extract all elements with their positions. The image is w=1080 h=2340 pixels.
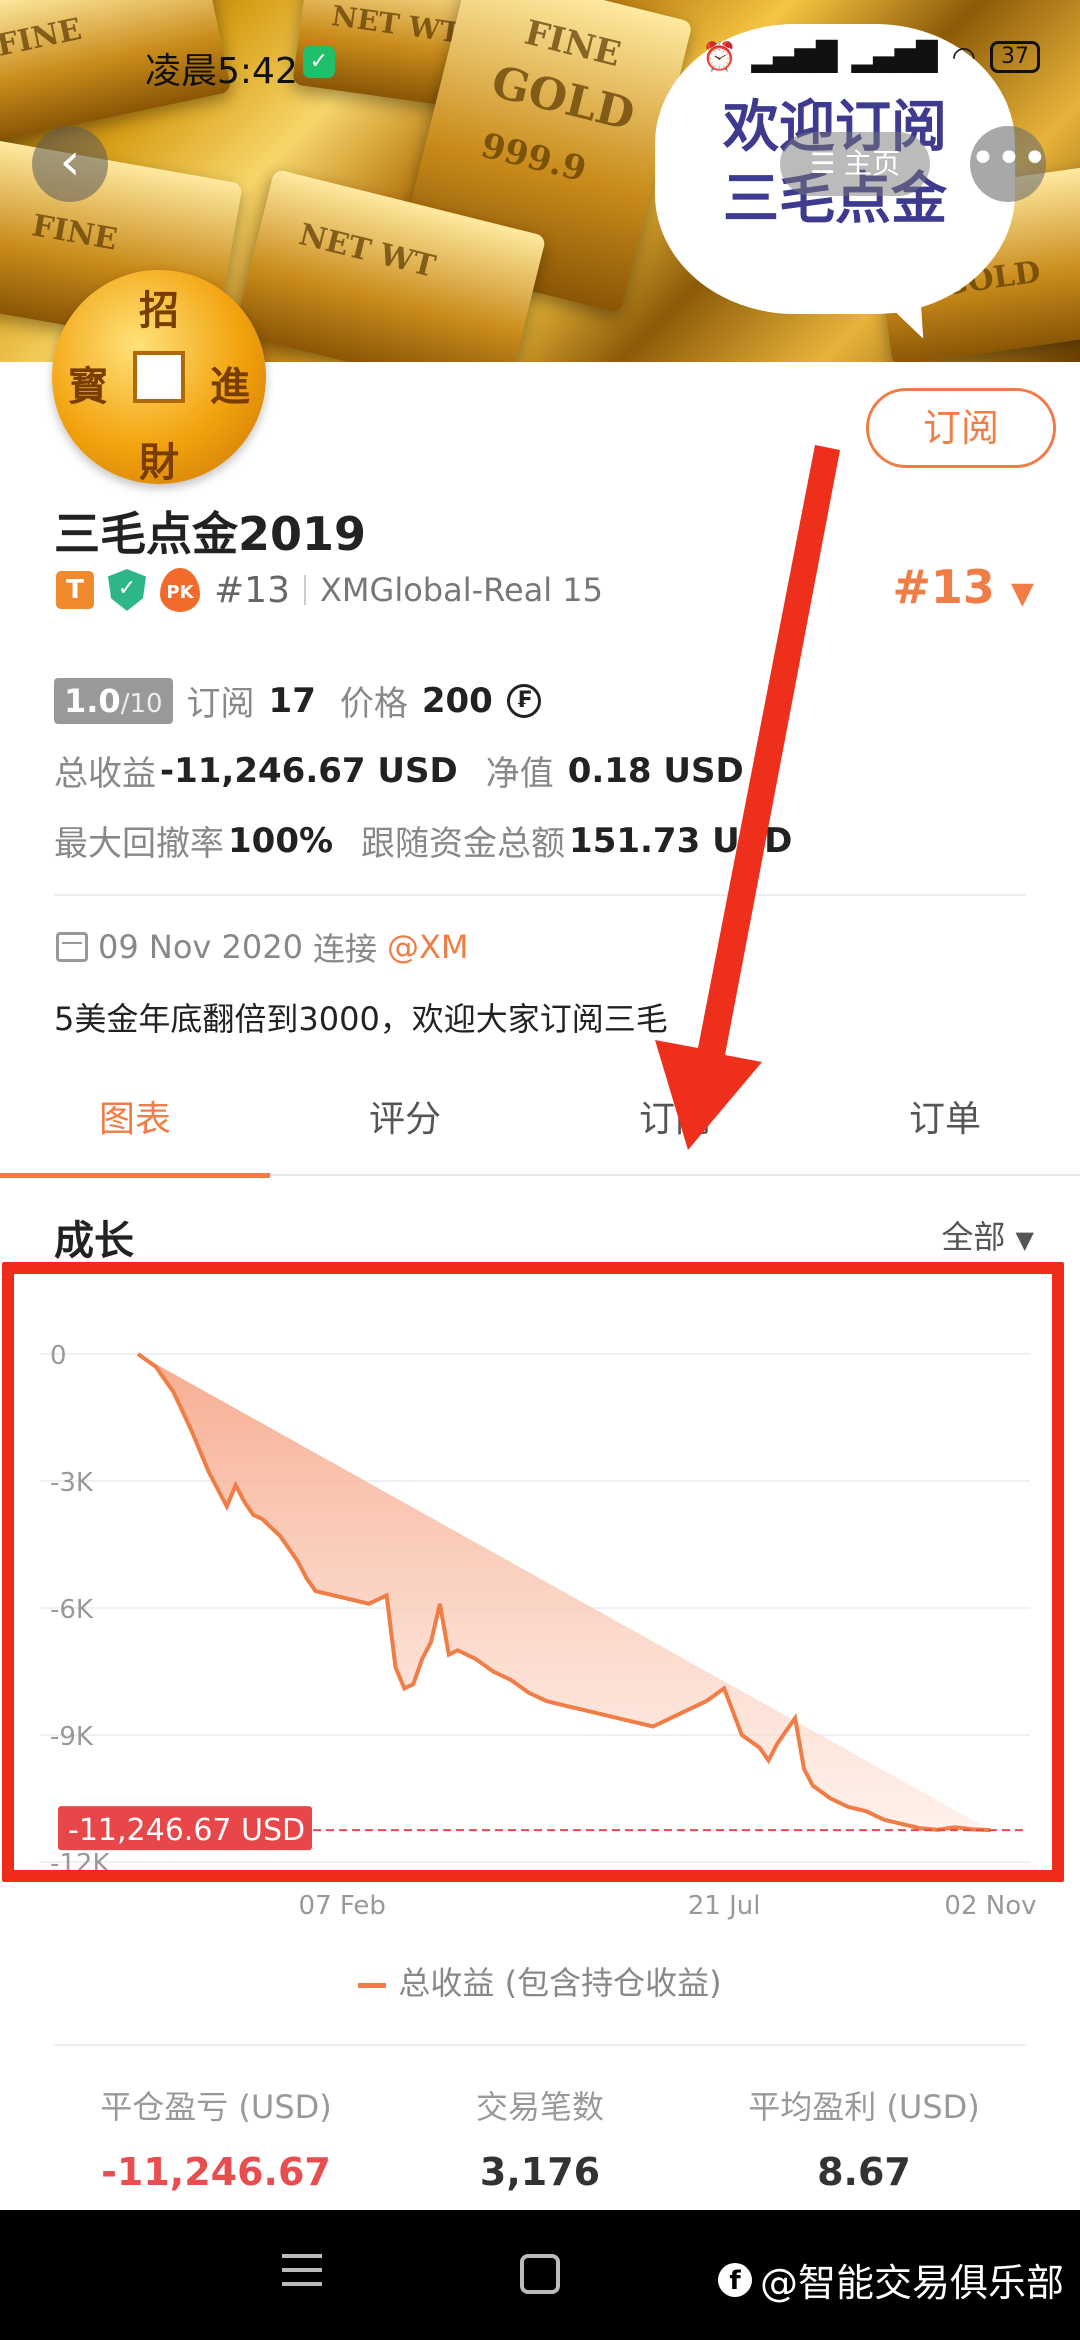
- x-tick-label: 02 Nov: [944, 1891, 1036, 1921]
- calendar-icon: [56, 932, 88, 962]
- max-drawdown-value: 100%: [228, 820, 334, 861]
- divider: [303, 575, 306, 605]
- connect-label: 连接: [312, 930, 377, 968]
- x-tick-label: 21 Jul: [688, 1891, 761, 1921]
- trades-value: 3,176: [479, 2150, 601, 2194]
- coin-hole: [133, 351, 185, 403]
- coin-icon: ₣: [506, 683, 541, 718]
- divider: [54, 894, 1026, 896]
- battery-icon: 37: [990, 40, 1040, 73]
- score-value: 1.0: [64, 681, 121, 720]
- signal-icon: ▂▄▆█: [751, 40, 838, 73]
- avatar-char: 寳: [68, 363, 108, 410]
- follow-funds-label: 跟随资金总额: [361, 824, 566, 864]
- description: 5美金年底翻倍到3000，欢迎大家订阅三毛: [54, 1000, 668, 1038]
- subscribe-button[interactable]: 订阅: [866, 388, 1056, 468]
- stats-row-1: 1.0/10 订阅 17 价格 200 ₣: [54, 676, 541, 725]
- signal-icon: ▂▄▆█: [851, 40, 938, 73]
- highlight-frame: [2, 1262, 1064, 1882]
- price-value: 200: [421, 680, 493, 721]
- trades-stat: 交易笔数 3,176: [378, 2082, 702, 2194]
- gold-bar-text: 999.9: [477, 125, 591, 191]
- subscribe-count-value: 17: [268, 680, 316, 721]
- range-select[interactable]: 全部 ▼: [941, 1212, 1034, 1258]
- connect-row: 09 Nov 2020 连接 @XM: [56, 924, 469, 970]
- alarm-icon: ⏰: [702, 40, 738, 73]
- growth-title: 成长: [54, 1218, 134, 1264]
- trader-badge-icon: T: [56, 571, 94, 609]
- wifi-icon: ◠: [951, 40, 976, 73]
- closed-pl-label: 平仓盈亏 (USD): [100, 2088, 332, 2126]
- rank-value: #13: [892, 560, 995, 614]
- closed-pl-stat: 平仓盈亏 (USD) -11,246.67: [54, 2082, 378, 2194]
- chart-legend: 总收益 (包含持仓收益): [0, 1958, 1080, 2004]
- pk-flame-icon: PK: [160, 568, 200, 612]
- score-max: /10: [120, 688, 163, 719]
- menu-icon: ☰: [809, 147, 844, 180]
- stats-row-2: 总收益 -11,246.67 USD 净值 0.18 USD: [54, 746, 744, 795]
- shield-icon: ✓: [303, 46, 335, 78]
- follow-funds-value: 151.73 USD: [569, 820, 793, 861]
- connect-date: 09 Nov 2020: [98, 928, 303, 966]
- score-badge: 1.0/10: [54, 677, 173, 724]
- total-profit-label: 总收益: [54, 754, 156, 794]
- gold-bar-text: FINE: [29, 208, 120, 258]
- caret-down-icon: ▼: [1010, 576, 1034, 611]
- avg-profit-label: 平均盈利 (USD): [748, 2088, 980, 2126]
- verified-shield-icon: ✓: [108, 569, 146, 611]
- home-button[interactable]: ☰ 主页: [780, 132, 930, 196]
- avg-profit-stat: 平均盈利 (USD) 8.67: [702, 2082, 1026, 2194]
- facebook-icon: f: [717, 2262, 752, 2297]
- watermark: f @智能交易俱乐部: [717, 2252, 1064, 2307]
- watermark-text: @智能交易俱乐部: [759, 2261, 1064, 2305]
- avatar-char: 財: [139, 439, 179, 486]
- total-profit-value: -11,246.67 USD: [160, 750, 458, 791]
- tab-chart[interactable]: 图表: [0, 1080, 270, 1178]
- caret-down-icon: ▼: [1015, 1226, 1034, 1254]
- broker-link[interactable]: @XM: [387, 928, 469, 966]
- rank-text: #13: [214, 569, 290, 611]
- home-nav-button[interactable]: [520, 2254, 560, 2294]
- trades-label: 交易笔数: [475, 2088, 604, 2126]
- status-icons: ⏰ ▂▄▆█ ▂▄▆█ ◠ 37: [702, 40, 1040, 73]
- legend-label: 总收益 (包含持仓收益): [398, 1964, 722, 2002]
- gold-bar-text: NET WT: [295, 217, 439, 285]
- avatar-char: 進: [210, 363, 250, 410]
- subscribe-count-label: 订阅: [186, 684, 255, 724]
- recent-apps-button[interactable]: [282, 2254, 322, 2290]
- profile-name: 三毛点金2019: [54, 507, 367, 561]
- max-drawdown-label: 最大回撤率: [54, 824, 224, 864]
- closed-pl-value: -11,246.67: [101, 2150, 331, 2194]
- net-value-value: 0.18 USD: [567, 750, 744, 791]
- tab-subscribe[interactable]: 订阅: [540, 1080, 810, 1176]
- range-value: 全部: [941, 1218, 1006, 1256]
- back-button[interactable]: ‹: [32, 126, 108, 202]
- server-name: XMGlobal-Real 15: [319, 571, 604, 609]
- x-tick-label: 07 Feb: [299, 1891, 386, 1921]
- rank-dropdown[interactable]: #13 ▼: [892, 560, 1034, 614]
- price-label: 价格: [339, 684, 408, 724]
- summary-stats: 平仓盈亏 (USD) -11,246.67 交易笔数 3,176 平均盈利 (U…: [54, 2044, 1026, 2204]
- tab-bar: 图表 评分 订阅 订单: [0, 1080, 1080, 1178]
- avg-profit-value: 8.67: [817, 2150, 911, 2194]
- net-value-label: 净值: [485, 754, 554, 794]
- home-label: 主页: [844, 147, 901, 180]
- status-bar: 凌晨5:42 ✓ ⏰ ▂▄▆█ ▂▄▆█ ◠ 37: [0, 30, 1080, 92]
- red-arrow-icon: [655, 445, 840, 1150]
- badge-row: T ✓ PK #13 XMGlobal-Real 15: [56, 566, 603, 614]
- status-time: 凌晨5:42: [145, 51, 298, 92]
- more-button[interactable]: •••: [970, 126, 1048, 202]
- avatar-char: 招: [139, 287, 179, 334]
- avatar[interactable]: 招 財 寳 進: [52, 270, 266, 486]
- legend-swatch: [358, 1982, 387, 1988]
- stats-row-3: 最大回撤率 100% 跟随资金总额 151.73 USD: [54, 816, 792, 865]
- tab-orders[interactable]: 订单: [810, 1080, 1080, 1176]
- system-nav-bar: f @智能交易俱乐部: [0, 2210, 1080, 2340]
- tab-rating[interactable]: 评分: [270, 1080, 540, 1176]
